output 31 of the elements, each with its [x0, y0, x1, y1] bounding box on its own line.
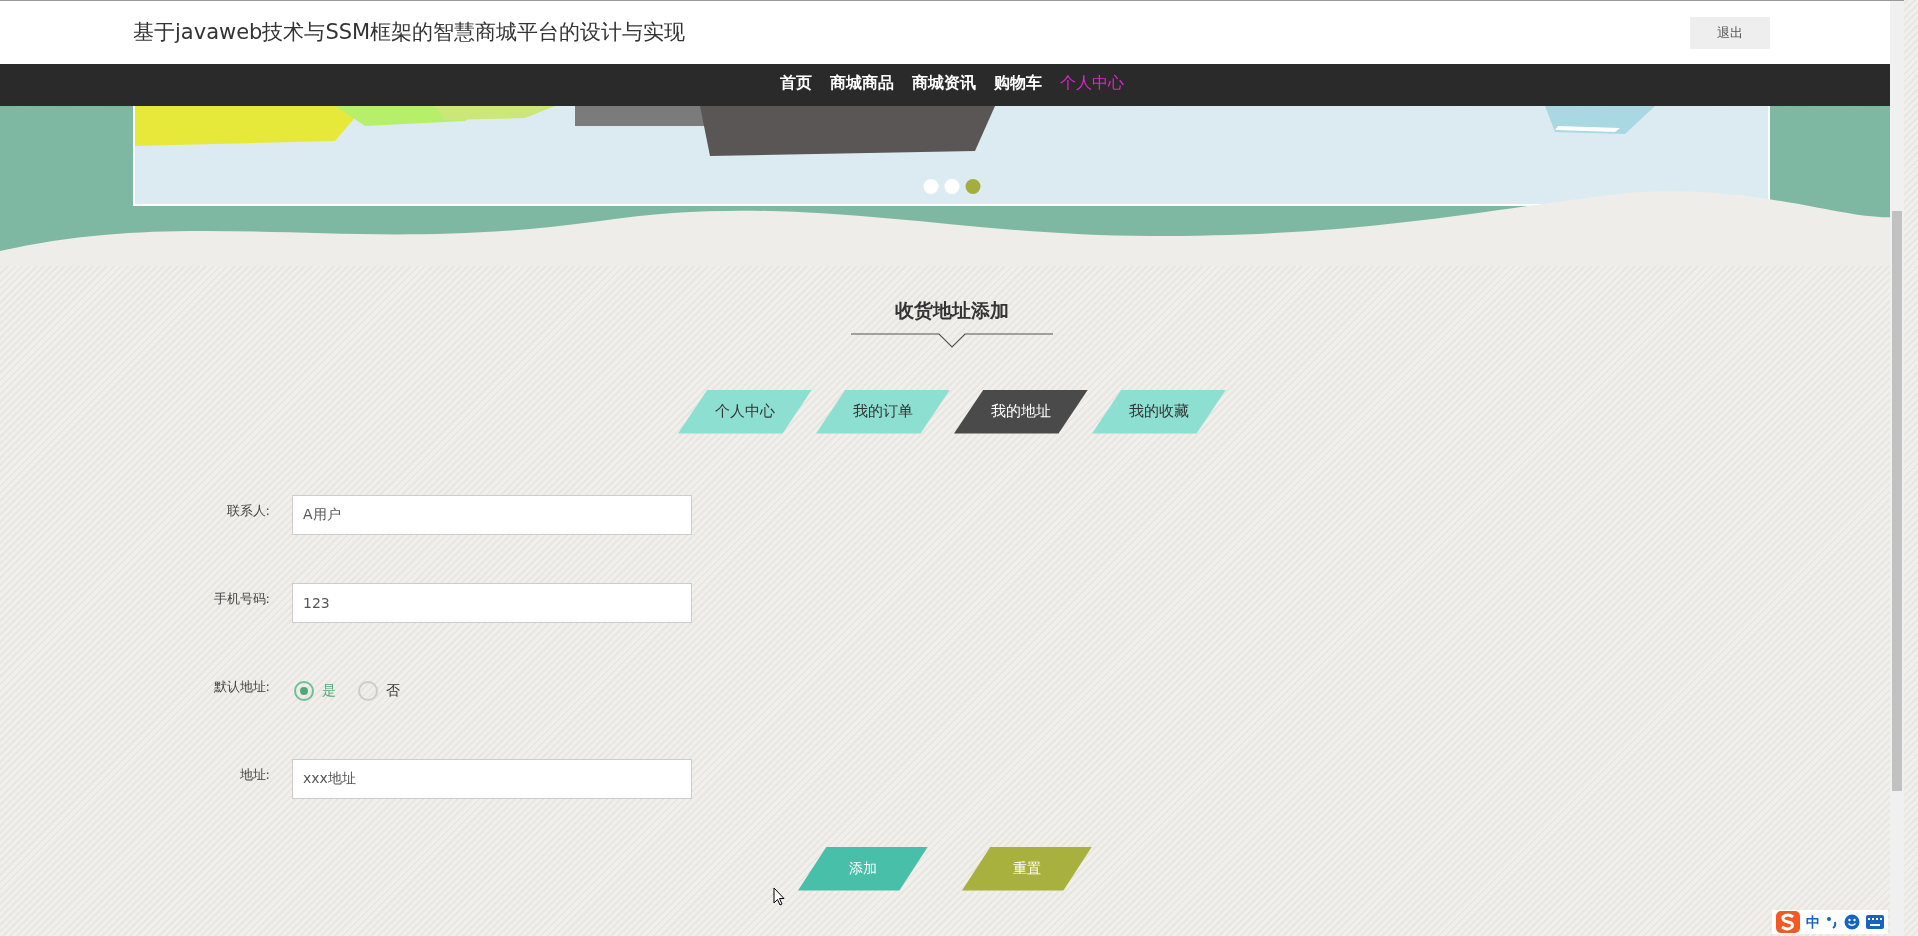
field-label: 地址: — [238, 765, 271, 784]
keyboard-icon[interactable] — [1866, 915, 1884, 929]
section-title: 收货地址添加 — [895, 298, 1009, 323]
input-field[interactable]: xxx地址 — [292, 758, 692, 799]
site-title: 基于javaweb技术与SSM框架的智慧商城平台的设计与实现 — [133, 18, 686, 46]
tab[interactable]: 个人中心 — [678, 389, 812, 434]
field-label: 手机号码: — [212, 589, 271, 608]
field-label: 联系人: — [225, 501, 271, 520]
nav-link[interactable]: 个人中心 — [1060, 71, 1124, 95]
scrollbar-thumb[interactable] — [1892, 211, 1902, 791]
input-mode-text[interactable]: 中 — [1806, 911, 1820, 933]
radio-label: 是 — [322, 681, 336, 700]
tab[interactable]: 我的收藏 — [1092, 389, 1226, 434]
scrollbar[interactable] — [1890, 1, 1904, 936]
nav-link[interactable]: 商城资讯 — [912, 71, 976, 95]
punctuation-icon[interactable] — [1826, 914, 1838, 930]
cursor-icon — [773, 887, 786, 907]
radio-button[interactable] — [358, 680, 378, 701]
radio-button[interactable] — [294, 680, 314, 701]
divider-icon — [851, 332, 1053, 349]
input-field[interactable]: A用户 — [292, 494, 692, 535]
emoji-icon[interactable] — [1844, 914, 1860, 930]
nav-link[interactable]: 购物车 — [994, 71, 1042, 95]
radio-label: 否 — [386, 681, 400, 700]
logout-button[interactable]: 退出 — [1690, 16, 1770, 49]
input-field[interactable]: 123 — [292, 582, 692, 623]
nav-link[interactable]: 首页 — [780, 71, 812, 95]
tab[interactable]: 我的订单 — [816, 389, 950, 434]
nav-link[interactable]: 商城商品 — [830, 71, 894, 95]
field-label: 默认地址: — [212, 677, 271, 696]
tab[interactable]: 我的地址 — [954, 389, 1088, 434]
